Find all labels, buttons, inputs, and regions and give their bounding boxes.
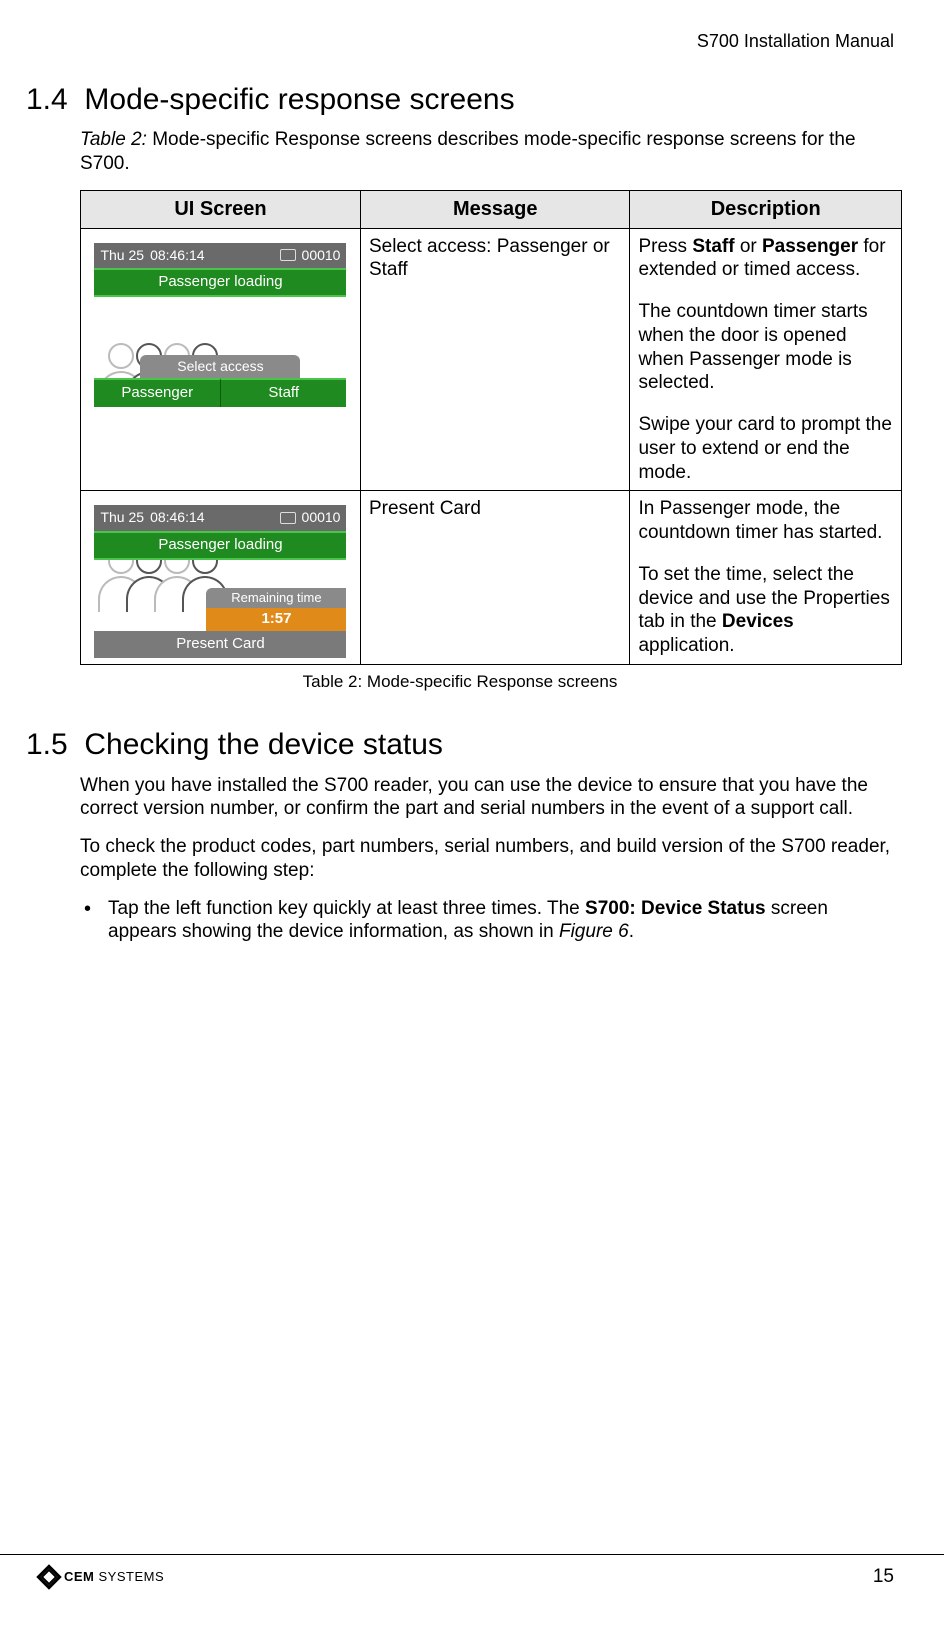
cell-ui-screen: Thu 25 08:46:14 00010 Passenger loading <box>81 491 361 665</box>
desc-bold: Devices <box>722 611 794 632</box>
figure-ref: Figure 6 <box>559 921 629 942</box>
table-ref: Table 2: <box>80 129 147 150</box>
brand-a: CEM <box>64 1569 94 1584</box>
desc-text: Press <box>638 236 692 257</box>
cell-ui-screen: Thu 25 08:46:14 00010 Passenger loading <box>81 228 361 491</box>
cell-description: Press Staff or Passenger for extended or… <box>630 228 902 491</box>
ui-body: Select access Passenger Staff <box>94 297 346 407</box>
th-description: Description <box>630 190 902 228</box>
brand-b: SYSTEMS <box>99 1569 165 1584</box>
status-time: 08:46:14 <box>150 509 205 527</box>
ui-status-bar: Thu 25 08:46:14 00010 <box>94 505 346 531</box>
list-item: Tap the left function key quickly at lea… <box>80 897 894 945</box>
section-title: Checking the device status <box>84 728 443 761</box>
status-date: Thu 25 <box>100 509 144 527</box>
remaining-time-label: Remaining time <box>206 588 346 608</box>
page-number: 15 <box>873 1565 894 1589</box>
desc-text: application. <box>638 635 734 656</box>
ui-status-bar: Thu 25 08:46:14 00010 <box>94 243 346 269</box>
cell-message: Present Card <box>360 491 630 665</box>
ui-mode-bar: Passenger loading <box>94 268 346 297</box>
status-counter: 00010 <box>302 509 341 527</box>
section-1-5-heading: 1.5 Checking the device status <box>26 726 894 764</box>
status-time: 08:46:14 <box>150 247 205 265</box>
table-row: Thu 25 08:46:14 00010 Passenger loading <box>81 228 902 491</box>
section-1-5-p1: When you have installed the S700 reader,… <box>80 774 894 822</box>
cell-description: In Passenger mode, the countdown timer h… <box>630 491 902 665</box>
ui-mock-select-access: Thu 25 08:46:14 00010 Passenger loading <box>94 243 346 407</box>
table-2: UI Screen Message Description Thu 25 08:… <box>80 190 902 665</box>
desc-bold: Passenger <box>762 236 858 257</box>
step-list: Tap the left function key quickly at lea… <box>80 897 894 945</box>
table-row: Thu 25 08:46:14 00010 Passenger loading <box>81 491 902 665</box>
desc-bold: Staff <box>692 236 734 257</box>
section-number: 1.4 <box>26 83 68 116</box>
desc-text: Swipe your card to prompt the user to ex… <box>638 413 893 484</box>
present-card-bar: Present Card <box>94 631 346 658</box>
intro-text: Mode-specific Response screens describes… <box>80 129 856 174</box>
page-footer: CEM SYSTEMS 15 <box>0 1554 944 1589</box>
table-2-caption: Table 2: Mode-specific Response screens <box>26 671 894 692</box>
bullet-bold: S700: Device Status <box>585 898 766 919</box>
ui-mock-present-card: Thu 25 08:46:14 00010 Passenger loading <box>94 505 346 657</box>
section-number: 1.5 <box>26 728 68 761</box>
bullet-text: Tap the left function key quickly at lea… <box>108 898 585 919</box>
th-message: Message <box>360 190 630 228</box>
status-date: Thu 25 <box>100 247 144 265</box>
ui-mode-bar: Passenger loading <box>94 531 346 560</box>
logo-icon <box>36 1564 61 1589</box>
select-access-label: Select access <box>140 355 300 379</box>
bullet-text: . <box>629 921 634 942</box>
brand-name: CEM SYSTEMS <box>64 1569 164 1585</box>
status-counter: 00010 <box>302 247 341 265</box>
passenger-button[interactable]: Passenger <box>94 378 220 407</box>
monitor-icon <box>280 249 296 261</box>
footer-logo: CEM SYSTEMS <box>40 1568 164 1586</box>
desc-text: The countdown timer starts when the door… <box>638 300 893 395</box>
section-1-4-heading: 1.4 Mode-specific response screens <box>26 81 894 119</box>
staff-button[interactable]: Staff <box>220 378 347 407</box>
cell-message: Select access: Passenger or Staff <box>360 228 630 491</box>
desc-text: In Passenger mode, the countdown timer h… <box>638 497 893 545</box>
ui-body: Remaining time 1:57 Present Card <box>94 560 346 658</box>
remaining-time-value: 1:57 <box>206 608 346 631</box>
section-title: Mode-specific response screens <box>84 83 514 116</box>
section-1-5-p2: To check the product codes, part numbers… <box>80 835 894 883</box>
monitor-icon <box>280 512 296 524</box>
desc-text: or <box>735 236 762 257</box>
th-ui-screen: UI Screen <box>81 190 361 228</box>
section-1-4-intro: Table 2: Mode-specific Response screens … <box>80 128 894 176</box>
running-header: S700 Installation Manual <box>26 30 894 53</box>
